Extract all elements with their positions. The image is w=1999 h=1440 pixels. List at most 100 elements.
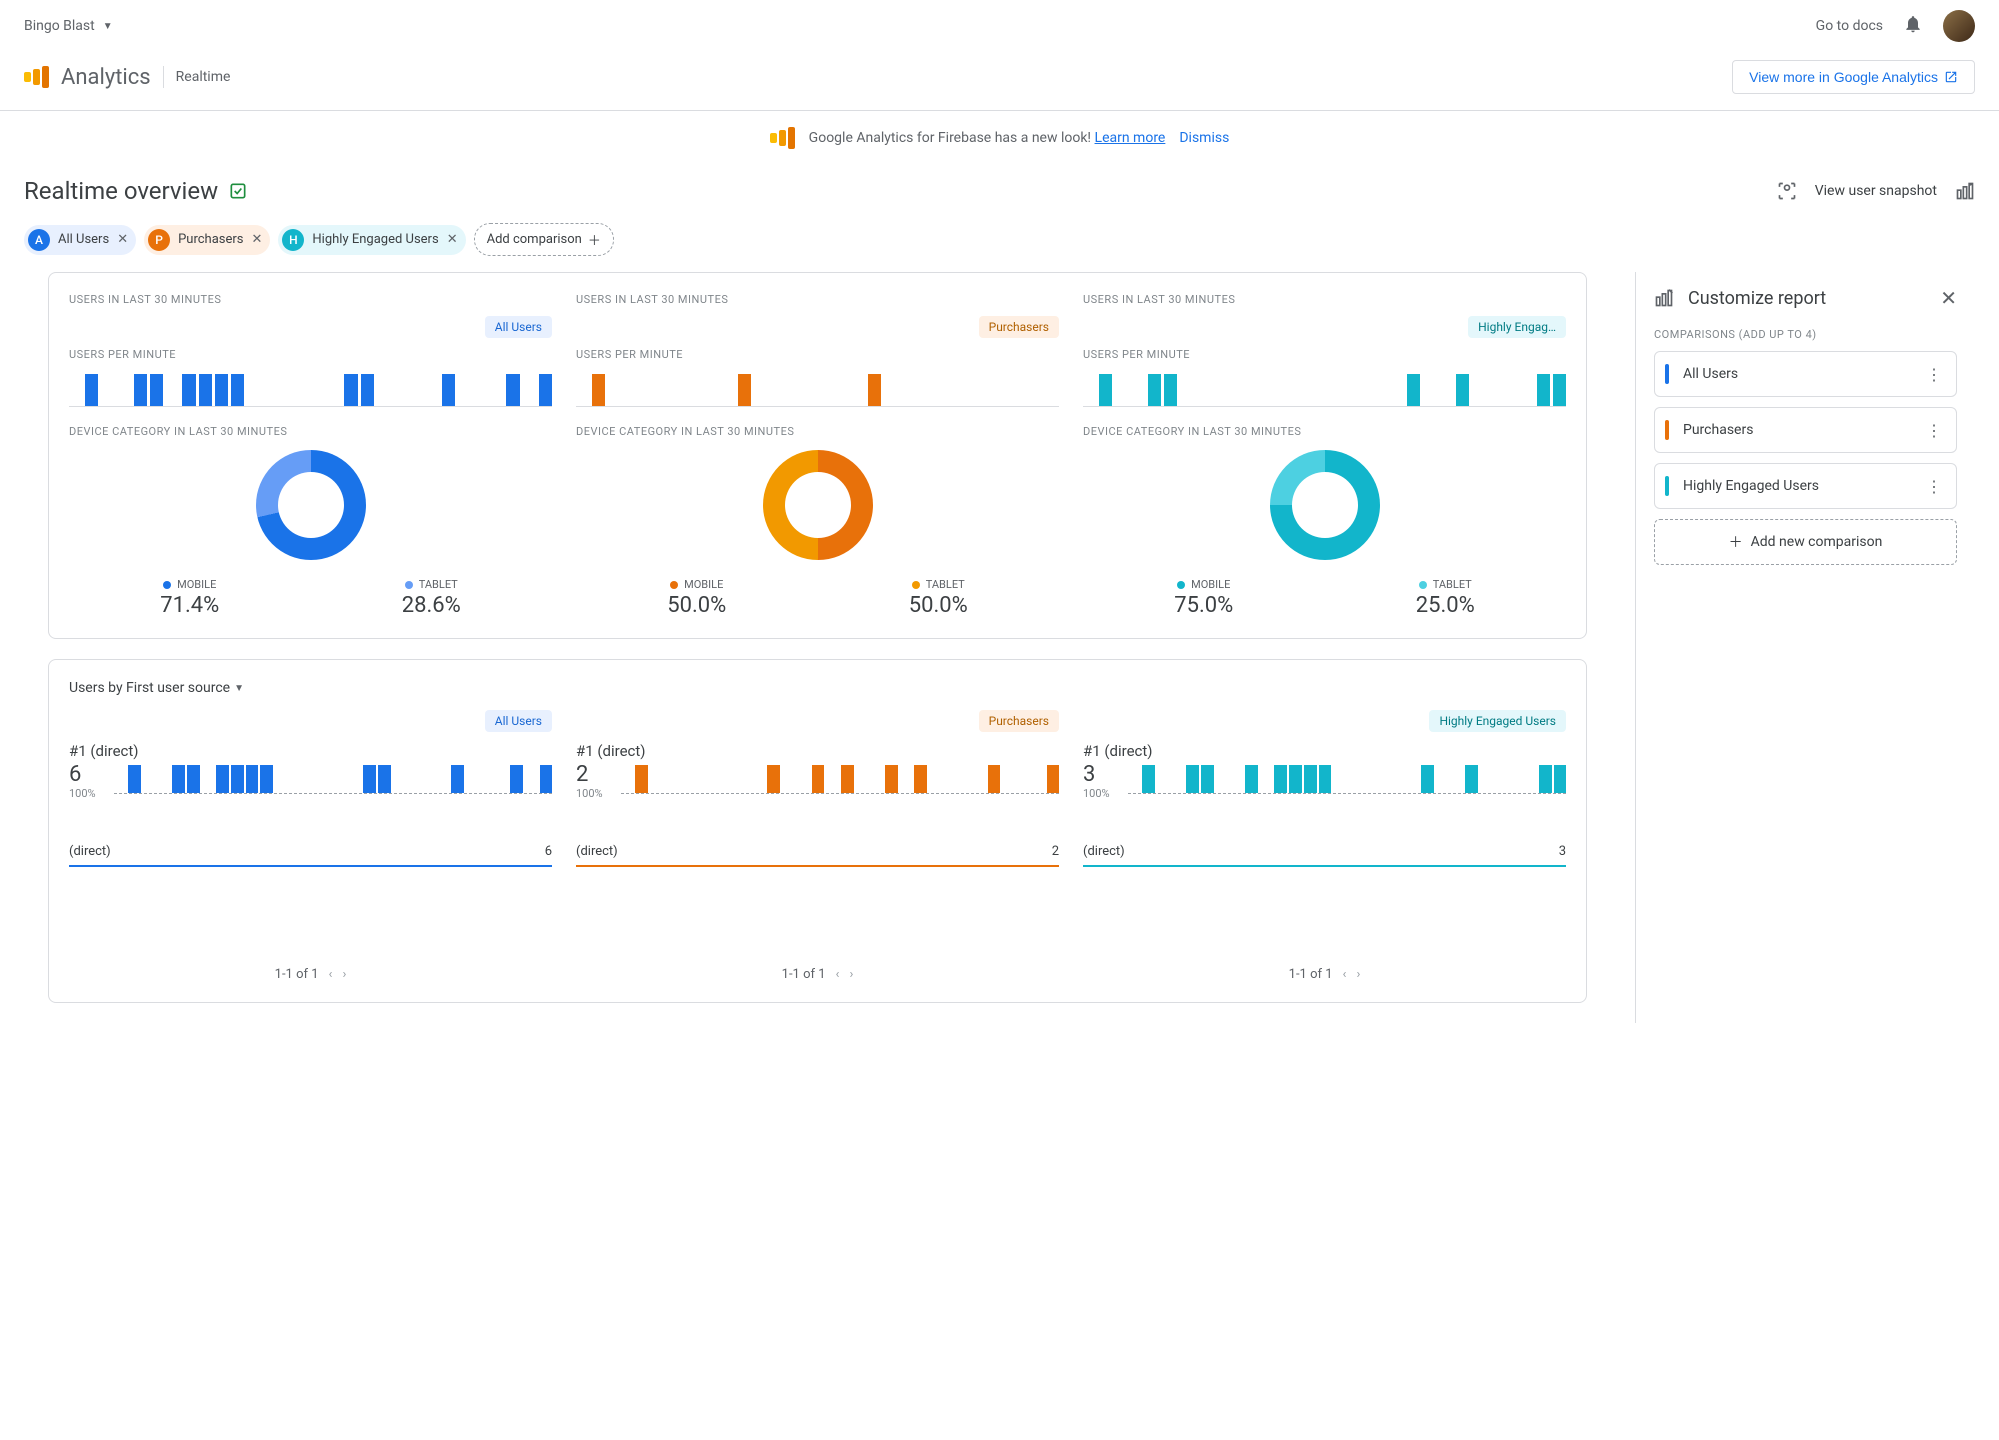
close-icon[interactable]: ✕	[1940, 286, 1957, 310]
source-rank: #1 (direct)	[576, 742, 1059, 760]
pager-next[interactable]: ›	[849, 967, 853, 982]
color-swatch	[1665, 420, 1669, 440]
comparisons-sublabel: COMPARISONS (ADD UP TO 4)	[1654, 328, 1957, 341]
dismiss-link[interactable]: Dismiss	[1179, 130, 1229, 146]
device-donut-chart	[1270, 450, 1380, 560]
device-percent: 71.4%	[160, 593, 219, 618]
project-selector[interactable]: Bingo Blast ▼	[24, 18, 113, 34]
chip-all-users[interactable]: A All Users ✕	[24, 225, 136, 255]
legend-dot	[1177, 581, 1185, 589]
users-30-label: USERS IN LAST 30 MINUTES	[69, 293, 552, 306]
close-icon[interactable]: ✕	[447, 232, 458, 247]
source-dropdown-label: Users by First user source	[69, 680, 230, 696]
source-table-row: (direct)6	[69, 836, 552, 865]
device-label: TABLET	[926, 578, 965, 591]
comparison-item-purchasers[interactable]: Purchasers ⋮	[1654, 407, 1957, 453]
more-options-icon[interactable]: ⋮	[1926, 477, 1942, 496]
users-30-label: USERS IN LAST 30 MINUTES	[1083, 293, 1566, 306]
source-table-row: (direct)2	[576, 836, 1059, 865]
analytics-title: Analytics	[61, 65, 151, 90]
color-swatch	[1665, 476, 1669, 496]
view-more-label: View more in Google Analytics	[1749, 69, 1938, 85]
legend-dot	[405, 581, 413, 589]
segment-badge: Purchasers	[979, 710, 1059, 732]
pager-next[interactable]: ›	[1356, 967, 1360, 982]
device-label: TABLET	[419, 578, 458, 591]
comparison-item-engaged[interactable]: Highly Engaged Users ⋮	[1654, 463, 1957, 509]
source-rank: #1 (direct)	[69, 742, 552, 760]
users-30-label: USERS IN LAST 30 MINUTES	[576, 293, 1059, 306]
pager-prev[interactable]: ‹	[1343, 967, 1347, 982]
source-table-row: (direct)3	[1083, 836, 1566, 865]
users-per-minute-chart	[1083, 371, 1566, 407]
legend-dot	[912, 581, 920, 589]
segment-badge: Highly Engag…	[1468, 316, 1566, 338]
source-dropdown[interactable]: Users by First user source ▼	[69, 680, 1566, 696]
page-title: Realtime overview	[24, 177, 218, 205]
source-count: 3	[1083, 762, 1110, 787]
device-donut-chart	[763, 450, 873, 560]
banner-prefix: Google Analytics for Firebase has a new …	[809, 130, 1095, 146]
report-icon	[1654, 288, 1674, 308]
device-label: MOBILE	[684, 578, 723, 591]
color-swatch	[1665, 364, 1669, 384]
device-donut-chart	[256, 450, 366, 560]
bell-icon[interactable]	[1903, 14, 1923, 39]
source-percent: 100%	[576, 787, 603, 800]
legend-dot	[163, 581, 171, 589]
divider	[163, 66, 164, 88]
device-category-label: DEVICE CATEGORY IN LAST 30 MINUTES	[69, 425, 552, 438]
comparison-label: All Users	[1683, 366, 1738, 382]
add-comparison-label: Add comparison	[487, 232, 582, 247]
source-count: 2	[576, 762, 603, 787]
analytics-logo-small	[770, 127, 795, 149]
source-spark-chart	[1128, 762, 1566, 794]
focus-icon[interactable]	[1777, 181, 1797, 201]
add-new-label: Add new comparison	[1751, 534, 1883, 550]
project-name: Bingo Blast	[24, 18, 95, 34]
pager-prev[interactable]: ‹	[836, 967, 840, 982]
device-label: TABLET	[1433, 578, 1472, 591]
go-to-docs-link[interactable]: Go to docs	[1816, 18, 1883, 34]
users-per-minute-chart	[576, 371, 1059, 407]
section-label: Realtime	[176, 69, 231, 85]
chip-label: All Users	[58, 232, 109, 247]
pager-prev[interactable]: ‹	[329, 967, 333, 982]
external-link-icon	[1944, 70, 1958, 84]
segment-badge: Highly Engaged Users	[1429, 710, 1566, 732]
view-snapshot-link[interactable]: View user snapshot	[1815, 183, 1937, 199]
learn-more-link[interactable]: Learn more	[1095, 130, 1166, 146]
device-percent: 75.0%	[1174, 593, 1233, 618]
chip-letter-h: H	[282, 229, 304, 251]
device-percent: 50.0%	[909, 593, 968, 618]
users-per-min-label: USERS PER MINUTE	[69, 348, 552, 361]
avatar[interactable]	[1943, 10, 1975, 42]
pager-next[interactable]: ›	[342, 967, 346, 982]
more-options-icon[interactable]: ⋮	[1926, 421, 1942, 440]
banner-text: Google Analytics for Firebase has a new …	[809, 130, 1166, 146]
plus-icon: ＋	[588, 230, 601, 249]
chip-letter-p: P	[148, 229, 170, 251]
close-icon[interactable]: ✕	[117, 232, 128, 247]
comparison-label: Purchasers	[1683, 422, 1753, 438]
pager-text: 1-1 of 1	[1289, 967, 1333, 982]
chip-purchasers[interactable]: P Purchasers ✕	[144, 225, 270, 255]
add-comparison-button[interactable]: Add comparison ＋	[474, 223, 614, 256]
customize-icon[interactable]	[1955, 181, 1975, 201]
comparison-item-all-users[interactable]: All Users ⋮	[1654, 351, 1957, 397]
view-more-button[interactable]: View more in Google Analytics	[1732, 60, 1975, 94]
segment-badge: All Users	[485, 710, 552, 732]
chip-label: Highly Engaged Users	[312, 232, 438, 247]
close-icon[interactable]: ✕	[252, 232, 263, 247]
live-status-icon	[228, 181, 248, 201]
source-percent: 100%	[1083, 787, 1110, 800]
device-percent: 25.0%	[1416, 593, 1475, 618]
comparison-label: Highly Engaged Users	[1683, 478, 1819, 494]
device-category-label: DEVICE CATEGORY IN LAST 30 MINUTES	[1083, 425, 1566, 438]
more-options-icon[interactable]: ⋮	[1926, 365, 1942, 384]
chip-engaged[interactable]: H Highly Engaged Users ✕	[278, 225, 465, 255]
pager-text: 1-1 of 1	[275, 967, 319, 982]
device-label: MOBILE	[1191, 578, 1230, 591]
device-label: MOBILE	[177, 578, 216, 591]
add-new-comparison-button[interactable]: ＋ Add new comparison	[1654, 519, 1957, 565]
